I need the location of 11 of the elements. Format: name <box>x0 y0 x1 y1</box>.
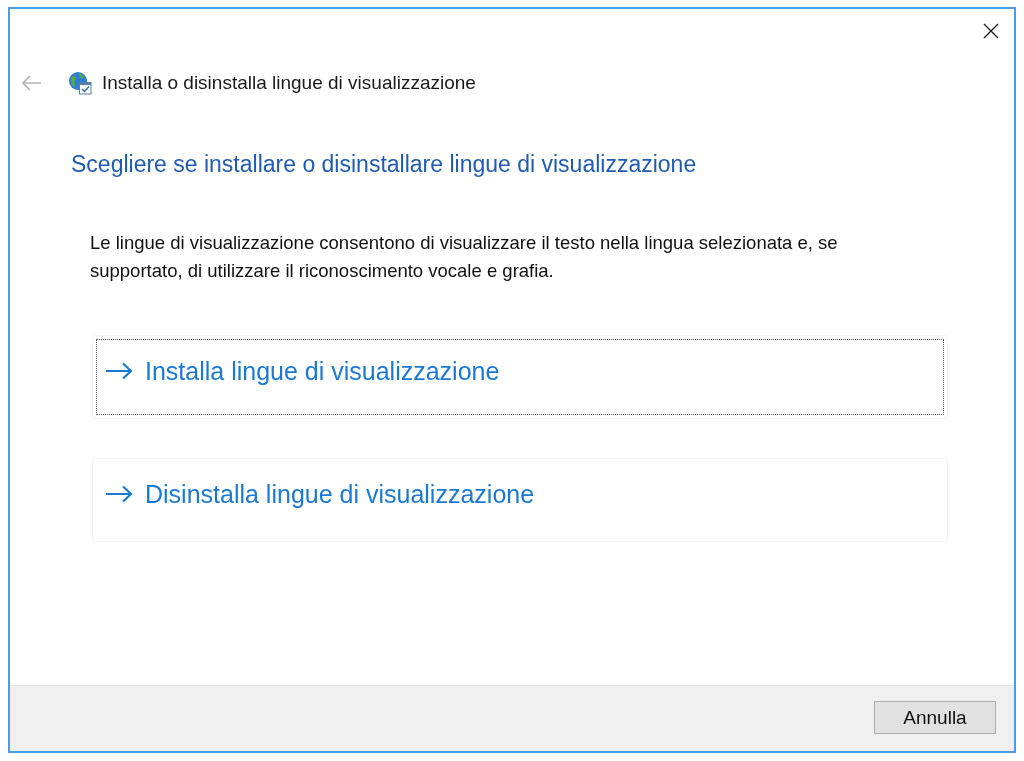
command-link[interactable]: Disinstalla lingue di visualizzazione <box>92 458 948 542</box>
command-link[interactable]: Installa lingue di visualizzazione <box>92 335 948 419</box>
cancel-button[interactable]: Annulla <box>874 701 996 734</box>
close-icon <box>983 23 999 39</box>
description-text: Le lingue di visualizzazione consentono di visualizzare il testo nella lingua selezionata e, se supportato, di utilizzare il riconoscimento vocale e grafia. <box>90 231 839 283</box>
page-title: Installa o disinstalla lingue di visualizzazione <box>102 72 476 94</box>
back-arrow-icon <box>22 75 42 91</box>
globe-check-icon <box>68 71 92 95</box>
right-arrow-icon <box>105 362 133 380</box>
main-heading: Scegliere se installare o disinstallare lingue di visualizzazione <box>71 150 698 179</box>
right-arrow-icon <box>105 485 133 503</box>
